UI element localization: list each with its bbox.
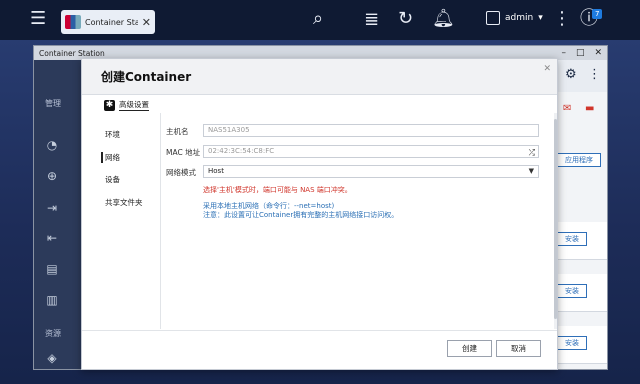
minimize-icon[interactable]: – — [561, 48, 566, 58]
hostname-label: 主机名 — [166, 127, 189, 136]
image-icon[interactable]: ◈ — [44, 350, 60, 366]
import-icon[interactable]: ⇥ — [44, 200, 60, 216]
sync-icon[interactable]: ↻ — [398, 10, 413, 28]
tab-label: Container Sta... — [85, 17, 138, 27]
container-station-icon — [65, 15, 81, 29]
close-icon[interactable]: ✕ — [594, 48, 602, 58]
network-mode-label: 网络模式 — [166, 168, 196, 177]
gear-icon: ✱ — [104, 99, 115, 111]
bell-icon[interactable]: 🔔︎ — [432, 10, 455, 28]
sidebar-section-manage: 管理 — [45, 99, 61, 108]
minus-icon: ▬ — [585, 103, 595, 114]
stack-icon[interactable]: ≣ — [364, 11, 379, 29]
network-mode-select[interactable]: Host ▼ — [203, 165, 539, 178]
network-mode-value: Host — [208, 167, 224, 175]
apps-button[interactable]: 应用程序 — [557, 153, 601, 167]
create-button[interactable]: 创建 — [447, 340, 492, 357]
hostname-input[interactable]: NAS51A305 — [203, 124, 539, 137]
install-button[interactable]: 安装 — [557, 336, 587, 350]
user-menu[interactable]: admin ▾ — [486, 11, 543, 25]
settings-nav: 环境 网络 设备 共享文件夹 — [82, 113, 160, 331]
advanced-settings[interactable]: ✱ 高级设置 — [104, 99, 149, 111]
mac-address-input[interactable]: 02:42:3C:54:C8:FC ⤮ — [203, 145, 539, 158]
user-icon — [486, 11, 500, 25]
more-vertical-icon[interactable]: ⋮ — [588, 68, 601, 81]
window-title: Container Station — [39, 48, 105, 58]
more-vertical-icon[interactable]: ⋮ — [553, 10, 571, 28]
maximize-icon[interactable]: □ — [576, 48, 585, 58]
host-network-note: 注意：此设置可让Container拥有完整的主机网络接口访问权。 — [203, 211, 399, 219]
properties-icon[interactable]: ▥ — [44, 292, 60, 308]
gear-icon[interactable]: ⚙ — [565, 68, 577, 81]
nav-item-network[interactable]: 网络 — [101, 152, 120, 163]
mail-icon: ✉ — [563, 103, 572, 114]
menu-icon[interactable]: ☰ — [30, 10, 46, 28]
close-icon[interactable]: ✕ — [142, 16, 151, 29]
container-station-tab[interactable]: Container Sta... ✕ — [61, 10, 155, 34]
chevron-down-icon: ▾ — [538, 13, 543, 23]
user-name: admin — [505, 13, 534, 23]
notification-badge: 7 — [592, 9, 603, 19]
create-icon[interactable]: ⊕ — [44, 168, 60, 184]
sidebar-section-resource: 资源 — [45, 329, 61, 338]
nav-item-device[interactable]: 设备 — [105, 174, 120, 185]
log-icon[interactable]: ▤ — [44, 261, 60, 277]
footer-divider — [82, 330, 557, 331]
port-conflict-warning: 选择'主机'模式时，端口可能与 NAS 端口冲突。 — [203, 186, 352, 194]
dialog-title: 创建Container — [101, 70, 192, 84]
advanced-settings-label: 高级设置 — [119, 100, 149, 111]
hostname-placeholder: NAS51A305 — [208, 126, 250, 134]
close-icon[interactable]: ✕ — [543, 64, 551, 74]
top-bar: ☰ Container Sta... ✕ ⌕ ≣ ↻ 🔔︎ admin ▾ ⋮ … — [0, 0, 640, 40]
dashboard-icon[interactable]: ◔ — [44, 137, 60, 153]
nav-item-shared-folder[interactable]: 共享文件夹 — [105, 197, 143, 208]
app-sidebar: 管理 ◔ ⊕ ⇥ ⇤ ▤ ▥ 资源 ◈ — [34, 60, 82, 369]
install-button[interactable]: 安装 — [557, 284, 587, 298]
mac-address-label: MAC 地址 — [166, 148, 201, 157]
dialog-header: 创建Container ✕ — [82, 59, 557, 95]
scrollbar-thumb[interactable] — [554, 119, 557, 319]
install-button[interactable]: 安装 — [557, 232, 587, 246]
nav-item-environment[interactable]: 环境 — [105, 129, 120, 140]
search-icon[interactable]: ⌕ — [313, 10, 323, 28]
chevron-down-icon: ▼ — [528, 167, 534, 175]
content-separator — [160, 113, 161, 329]
export-icon[interactable]: ⇤ — [44, 230, 60, 246]
create-container-dialog: 创建Container ✕ ✱ 高级设置 环境 网络 设备 共享文件夹 主机名 … — [81, 58, 558, 370]
cancel-button[interactable]: 取消 — [496, 340, 541, 357]
shuffle-icon[interactable]: ⤮ — [529, 147, 535, 158]
mac-address-placeholder: 02:42:3C:54:C8:FC — [208, 147, 275, 155]
